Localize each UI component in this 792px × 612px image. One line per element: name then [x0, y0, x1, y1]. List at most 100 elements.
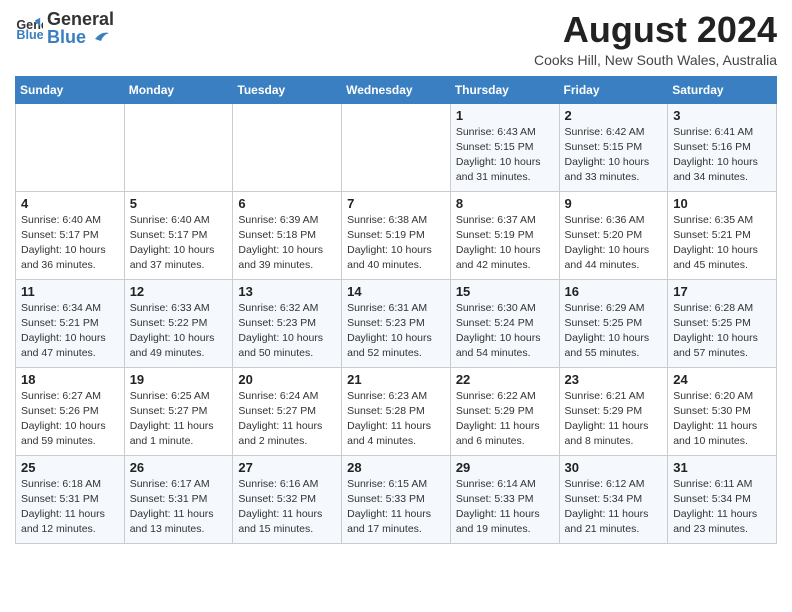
day-info: Sunrise: 6:27 AM Sunset: 5:26 PM Dayligh… — [21, 389, 119, 450]
location-subtitle: Cooks Hill, New South Wales, Australia — [534, 52, 777, 68]
day-number: 24 — [673, 372, 771, 387]
calendar-cell: 28 Sunrise: 6:15 AM Sunset: 5:33 PM Dayli… — [342, 455, 451, 543]
calendar-cell: 13 Sunrise: 6:32 AM Sunset: 5:23 PM Dayli… — [233, 279, 342, 367]
day-number: 28 — [347, 460, 445, 475]
day-number: 2 — [565, 108, 663, 123]
calendar-cell: 23 Sunrise: 6:21 AM Sunset: 5:29 PM Dayli… — [559, 367, 668, 455]
day-number: 23 — [565, 372, 663, 387]
calendar-cell: 25Sunrise: 6:18 AM Sunset: 5:31 PM Dayli… — [16, 455, 125, 543]
calendar-cell — [233, 103, 342, 191]
calendar-cell: 1 Sunrise: 6:43 AM Sunset: 5:15 PM Daylig… — [450, 103, 559, 191]
day-info: Sunrise: 6:42 AM Sunset: 5:15 PM Dayligh… — [565, 125, 663, 186]
svg-text:Blue: Blue — [16, 28, 43, 42]
month-year-title: August 2024 — [534, 10, 777, 50]
day-info: Sunrise: 6:21 AM Sunset: 5:29 PM Dayligh… — [565, 389, 663, 450]
calendar-cell: 30 Sunrise: 6:12 AM Sunset: 5:34 PM Dayli… — [559, 455, 668, 543]
calendar-header-row: SundayMondayTuesdayWednesdayThursdayFrid… — [16, 76, 777, 103]
day-info: Sunrise: 6:43 AM Sunset: 5:15 PM Dayligh… — [456, 125, 554, 186]
day-number: 17 — [673, 284, 771, 299]
calendar-cell: 29 Sunrise: 6:14 AM Sunset: 5:33 PM Dayli… — [450, 455, 559, 543]
calendar-table: SundayMondayTuesdayWednesdayThursdayFrid… — [15, 76, 777, 544]
day-info: Sunrise: 6:12 AM Sunset: 5:34 PM Dayligh… — [565, 477, 663, 538]
calendar-cell: 26 Sunrise: 6:17 AM Sunset: 5:31 PM Dayli… — [124, 455, 233, 543]
calendar-cell: 6Sunrise: 6:39 AM Sunset: 5:18 PM Daylig… — [233, 191, 342, 279]
day-info: Sunrise: 6:22 AM Sunset: 5:29 PM Dayligh… — [456, 389, 554, 450]
day-number: 30 — [565, 460, 663, 475]
calendar-cell: 22 Sunrise: 6:22 AM Sunset: 5:29 PM Dayli… — [450, 367, 559, 455]
calendar-week-row: 11Sunrise: 6:34 AM Sunset: 5:21 PM Dayli… — [16, 279, 777, 367]
day-number: 29 — [456, 460, 554, 475]
day-info: Sunrise: 6:24 AM Sunset: 5:27 PM Dayligh… — [238, 389, 336, 450]
day-number: 9 — [565, 196, 663, 211]
day-info: Sunrise: 6:25 AM Sunset: 5:27 PM Dayligh… — [130, 389, 228, 450]
day-info: Sunrise: 6:35 AM Sunset: 5:21 PM Dayligh… — [673, 213, 771, 274]
day-info: Sunrise: 6:29 AM Sunset: 5:25 PM Dayligh… — [565, 301, 663, 362]
calendar-cell: 14Sunrise: 6:31 AM Sunset: 5:23 PM Dayli… — [342, 279, 451, 367]
day-number: 13 — [238, 284, 336, 299]
day-number: 21 — [347, 372, 445, 387]
calendar-cell: 31 Sunrise: 6:11 AM Sunset: 5:34 PM Dayli… — [668, 455, 777, 543]
day-number: 31 — [673, 460, 771, 475]
day-info: Sunrise: 6:14 AM Sunset: 5:33 PM Dayligh… — [456, 477, 554, 538]
day-info: Sunrise: 6:20 AM Sunset: 5:30 PM Dayligh… — [673, 389, 771, 450]
day-info: Sunrise: 6:40 AM Sunset: 5:17 PM Dayligh… — [130, 213, 228, 274]
header-saturday: Saturday — [668, 76, 777, 103]
day-number: 10 — [673, 196, 771, 211]
day-number: 4 — [21, 196, 119, 211]
calendar-cell: 18 Sunrise: 6:27 AM Sunset: 5:26 PM Dayli… — [16, 367, 125, 455]
day-info: Sunrise: 6:40 AM Sunset: 5:17 PM Dayligh… — [21, 213, 119, 274]
day-info: Sunrise: 6:11 AM Sunset: 5:34 PM Dayligh… — [673, 477, 771, 538]
calendar-week-row: 4 Sunrise: 6:40 AM Sunset: 5:17 PM Daylig… — [16, 191, 777, 279]
day-number: 12 — [130, 284, 228, 299]
logo: General Blue General Blue — [15, 10, 114, 48]
calendar-cell: 8 Sunrise: 6:37 AM Sunset: 5:19 PM Daylig… — [450, 191, 559, 279]
calendar-cell: 27 Sunrise: 6:16 AM Sunset: 5:32 PM Dayli… — [233, 455, 342, 543]
day-number: 27 — [238, 460, 336, 475]
day-number: 15 — [456, 284, 554, 299]
calendar-cell: 9 Sunrise: 6:36 AM Sunset: 5:20 PM Daylig… — [559, 191, 668, 279]
day-number: 11 — [21, 284, 119, 299]
day-number: 19 — [130, 372, 228, 387]
day-info: Sunrise: 6:39 AM Sunset: 5:18 PM Dayligh… — [238, 213, 336, 274]
day-info: Sunrise: 6:15 AM Sunset: 5:33 PM Dayligh… — [347, 477, 445, 538]
calendar-cell: 16 Sunrise: 6:29 AM Sunset: 5:25 PM Dayli… — [559, 279, 668, 367]
day-number: 5 — [130, 196, 228, 211]
header-friday: Friday — [559, 76, 668, 103]
calendar-week-row: 25Sunrise: 6:18 AM Sunset: 5:31 PM Dayli… — [16, 455, 777, 543]
calendar-cell: 24 Sunrise: 6:20 AM Sunset: 5:30 PM Dayli… — [668, 367, 777, 455]
header-sunday: Sunday — [16, 76, 125, 103]
day-info: Sunrise: 6:32 AM Sunset: 5:23 PM Dayligh… — [238, 301, 336, 362]
day-number: 1 — [456, 108, 554, 123]
day-number: 14 — [347, 284, 445, 299]
calendar-cell: 19 Sunrise: 6:25 AM Sunset: 5:27 PM Dayli… — [124, 367, 233, 455]
day-info: Sunrise: 6:17 AM Sunset: 5:31 PM Dayligh… — [130, 477, 228, 538]
calendar-cell: 4 Sunrise: 6:40 AM Sunset: 5:17 PM Daylig… — [16, 191, 125, 279]
day-number: 18 — [21, 372, 119, 387]
calendar-cell: 21 Sunrise: 6:23 AM Sunset: 5:28 PM Dayli… — [342, 367, 451, 455]
logo-bird-icon — [89, 29, 111, 47]
day-info: Sunrise: 6:36 AM Sunset: 5:20 PM Dayligh… — [565, 213, 663, 274]
day-info: Sunrise: 6:41 AM Sunset: 5:16 PM Dayligh… — [673, 125, 771, 186]
day-number: 26 — [130, 460, 228, 475]
day-info: Sunrise: 6:16 AM Sunset: 5:32 PM Dayligh… — [238, 477, 336, 538]
day-info: Sunrise: 6:18 AM Sunset: 5:31 PM Dayligh… — [21, 477, 119, 538]
day-number: 3 — [673, 108, 771, 123]
day-info: Sunrise: 6:33 AM Sunset: 5:22 PM Dayligh… — [130, 301, 228, 362]
calendar-cell: 2 Sunrise: 6:42 AM Sunset: 5:15 PM Daylig… — [559, 103, 668, 191]
calendar-cell: 7Sunrise: 6:38 AM Sunset: 5:19 PM Daylig… — [342, 191, 451, 279]
title-block: August 2024 Cooks Hill, New South Wales,… — [534, 10, 777, 68]
day-info: Sunrise: 6:30 AM Sunset: 5:24 PM Dayligh… — [456, 301, 554, 362]
calendar-cell — [16, 103, 125, 191]
logo-icon: General Blue — [15, 15, 43, 43]
day-number: 22 — [456, 372, 554, 387]
day-number: 8 — [456, 196, 554, 211]
calendar-cell: 20Sunrise: 6:24 AM Sunset: 5:27 PM Dayli… — [233, 367, 342, 455]
day-info: Sunrise: 6:37 AM Sunset: 5:19 PM Dayligh… — [456, 213, 554, 274]
calendar-cell: 15 Sunrise: 6:30 AM Sunset: 5:24 PM Dayli… — [450, 279, 559, 367]
day-info: Sunrise: 6:38 AM Sunset: 5:19 PM Dayligh… — [347, 213, 445, 274]
day-info: Sunrise: 6:23 AM Sunset: 5:28 PM Dayligh… — [347, 389, 445, 450]
day-number: 16 — [565, 284, 663, 299]
header-thursday: Thursday — [450, 76, 559, 103]
logo-blue-text: Blue — [47, 28, 86, 48]
page-header: General Blue General Blue August 2024 Co… — [15, 10, 777, 68]
